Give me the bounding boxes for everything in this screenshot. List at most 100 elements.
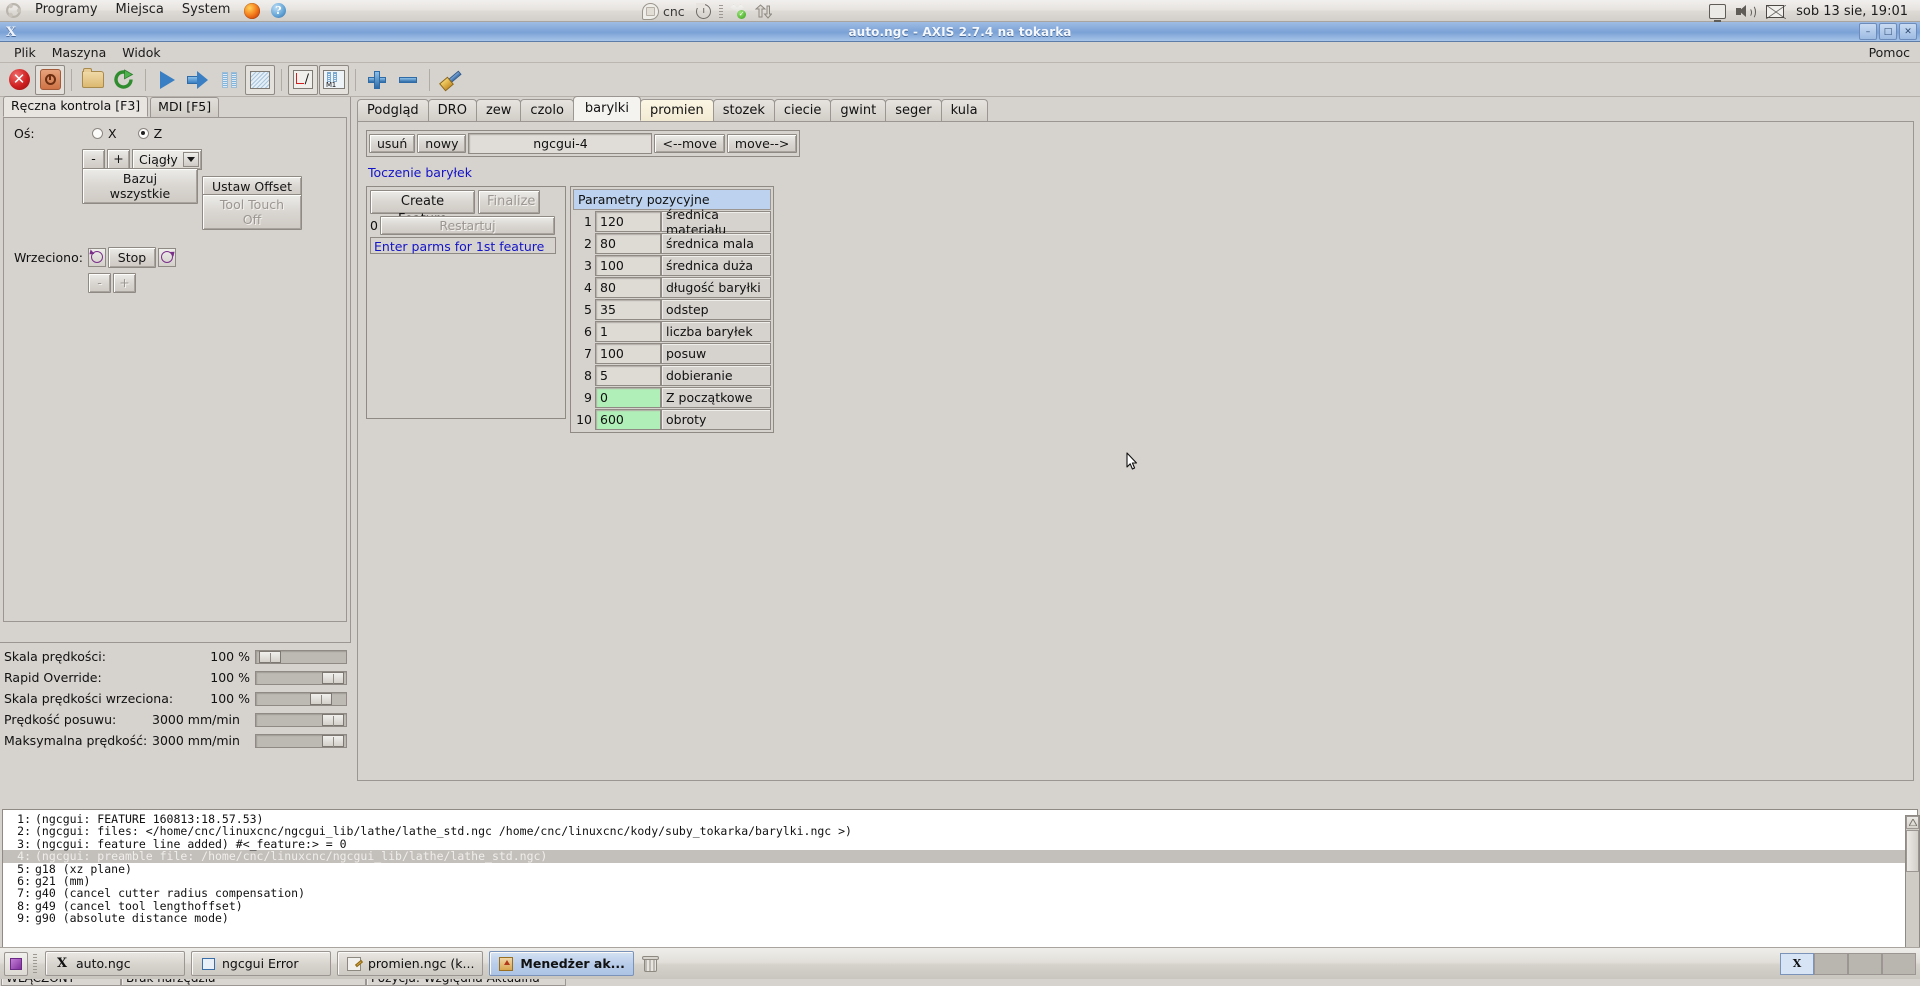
rapid-override-slider[interactable] <box>255 670 347 685</box>
param-value-input[interactable]: 5 <box>595 365 661 386</box>
chevron-down-icon[interactable] <box>183 151 199 167</box>
cnc-status-tray-item[interactable]: cnc <box>642 2 685 20</box>
move-right-button[interactable]: move--> <box>726 134 798 153</box>
machine-power-button[interactable] <box>35 64 65 95</box>
workspace-1[interactable]: X <box>1780 952 1814 975</box>
scroll-up-icon[interactable] <box>1906 816 1919 829</box>
scrollbar-thumb[interactable] <box>1906 830 1919 872</box>
gcode-listing[interactable]: 1: (ngcgui: FEATURE 160813:18.57.53) 2: (n… <box>2 809 1918 955</box>
tab-promien[interactable]: promien <box>639 99 714 121</box>
taskbar-item-ngcgui-error[interactable]: ngcgui Error <box>191 951 331 976</box>
workspace-4[interactable] <box>1882 952 1916 975</box>
taskbar-handle[interactable] <box>33 953 37 974</box>
menu-pomoc[interactable]: Pomoc <box>1869 45 1910 60</box>
tab-czolo[interactable]: czolo <box>520 99 574 121</box>
open-file-button[interactable] <box>78 65 108 95</box>
feed-override-slider[interactable] <box>255 649 347 664</box>
toggle-optional-stop-button[interactable]: M1 <box>319 64 349 95</box>
menu-programy[interactable]: Programy <box>26 0 107 21</box>
ubuntu-logo-icon[interactable] <box>0 0 26 22</box>
list-item[interactable]: 7: g40 (cancel cutter radius compensation… <box>3 887 1917 900</box>
menu-widok[interactable]: Widok <box>114 43 168 62</box>
run-program-button[interactable] <box>152 65 182 95</box>
create-feature-button[interactable]: Create Feature <box>370 190 475 227</box>
spindle-cw-icon[interactable] <box>158 247 176 267</box>
volume-icon[interactable] <box>1732 0 1758 22</box>
jog-speed-slider[interactable] <box>255 712 347 727</box>
menu-system[interactable]: System <box>173 0 239 21</box>
spindle-override-slider[interactable] <box>255 691 347 706</box>
step-program-button[interactable] <box>183 65 213 95</box>
axis-z-radio[interactable] <box>137 127 149 139</box>
updown-arrows-icon[interactable] <box>753 0 775 22</box>
spindle-stop-button[interactable]: Stop <box>108 246 156 268</box>
max-velocity-slider[interactable] <box>255 733 347 748</box>
clock[interactable]: sob 13 sie, 19:01 <box>1790 4 1916 19</box>
param-value-input[interactable]: 120 <box>595 211 661 232</box>
menu-plik[interactable]: Plik <box>6 43 44 62</box>
reload-file-button[interactable] <box>109 65 139 95</box>
param-value-input[interactable]: 1 <box>595 321 661 342</box>
window-close-button[interactable]: ✕ <box>1899 23 1917 40</box>
tab-zew[interactable]: zew <box>475 99 522 121</box>
tab-seger[interactable]: seger <box>885 99 942 121</box>
menu-maszyna[interactable]: Maszyna <box>44 43 115 62</box>
zoom-in-button[interactable] <box>362 65 392 95</box>
param-value-input[interactable]: 35 <box>595 299 661 320</box>
param-value-input[interactable]: 100 <box>595 255 661 276</box>
tab-podglad[interactable]: Podgląd <box>357 99 429 121</box>
monitor-icon[interactable] <box>1706 0 1728 22</box>
jog-increment-select[interactable]: Ciągły <box>132 148 202 170</box>
tab-mdi[interactable]: MDI [F5] <box>150 97 220 117</box>
menu-miejsca[interactable]: Miejsca <box>107 0 173 21</box>
param-value-input[interactable]: 80 <box>595 233 661 254</box>
taskbar-item-auto-ngc[interactable]: X auto.ngc <box>45 951 185 976</box>
move-left-button[interactable]: <--move <box>654 134 725 153</box>
tab-barylki[interactable]: barylki <box>572 96 641 121</box>
new-tab-button[interactable]: nowy <box>417 134 467 153</box>
window-maximize-button[interactable]: □ <box>1879 23 1897 40</box>
taskbar-item-promien-ngc[interactable]: promien.ngc (k... <box>337 951 484 976</box>
param-value-input[interactable]: 80 <box>595 277 661 298</box>
tab-kula[interactable]: kula <box>940 99 988 121</box>
param-value-input[interactable]: 100 <box>595 343 661 364</box>
axis-x-radio[interactable] <box>92 127 103 139</box>
app-menubar: Plik Maszyna Widok Pomoc <box>0 42 1920 63</box>
tab-stozek[interactable]: stozek <box>712 99 775 121</box>
spindle-ccw-icon[interactable] <box>88 247 106 267</box>
firefox-icon[interactable] <box>241 0 263 22</box>
param-value-input[interactable]: 0 <box>595 387 661 408</box>
taskbar-item-menedzer[interactable]: Menedżer ak... <box>489 951 634 976</box>
workspace-2[interactable] <box>1814 952 1848 975</box>
tab-dro[interactable]: DRO <box>427 99 477 121</box>
list-item[interactable]: 5: g18 (xz plane) <box>3 862 1917 875</box>
help-icon[interactable]: ? <box>267 0 289 22</box>
stop-program-button[interactable] <box>245 64 275 95</box>
workspace-3[interactable] <box>1848 952 1882 975</box>
tab-reczna-kontrola[interactable]: Ręczna kontrola [F3] <box>3 96 149 117</box>
dropbox-icon[interactable]: ✓ <box>727 0 749 22</box>
list-item[interactable]: 8: g49 (cancel tool lengthoffset) <box>3 899 1917 912</box>
tab-name-input[interactable]: ngcgui-4 <box>468 133 653 154</box>
list-item[interactable]: 9: g90 (absolute distance mode) <box>3 912 1917 925</box>
delete-tab-button[interactable]: usuń <box>369 134 416 153</box>
jog-plus-button[interactable]: + <box>107 148 130 170</box>
mail-icon[interactable] <box>1762 0 1788 22</box>
list-item-selected[interactable]: 4: (ngcgui: preamble file: /home/cnc/linu… <box>3 850 1917 863</box>
show-desktop-icon[interactable] <box>4 951 28 976</box>
param-description: posuw <box>661 343 771 364</box>
clear-plot-button[interactable] <box>436 65 466 95</box>
toggle-skip-lines-button[interactable]: / <box>288 64 318 95</box>
tab-gwint[interactable]: gwint <box>830 99 887 121</box>
window-minimize-button[interactable]: – <box>1859 23 1877 40</box>
pause-program-button[interactable] <box>214 65 244 95</box>
gcode-scrollbar[interactable] <box>1905 815 1920 961</box>
power-icon[interactable] <box>693 0 715 22</box>
zoom-out-button[interactable] <box>393 65 423 95</box>
param-value-input[interactable]: 600 <box>595 409 661 430</box>
trash-icon[interactable] <box>641 955 659 973</box>
jog-minus-button[interactable]: - <box>82 148 105 170</box>
estop-toggle-button[interactable]: ✕ <box>4 65 34 95</box>
tab-ciecie[interactable]: ciecie <box>773 99 832 121</box>
home-all-button[interactable]: Bazuj wszystkie <box>82 168 198 204</box>
